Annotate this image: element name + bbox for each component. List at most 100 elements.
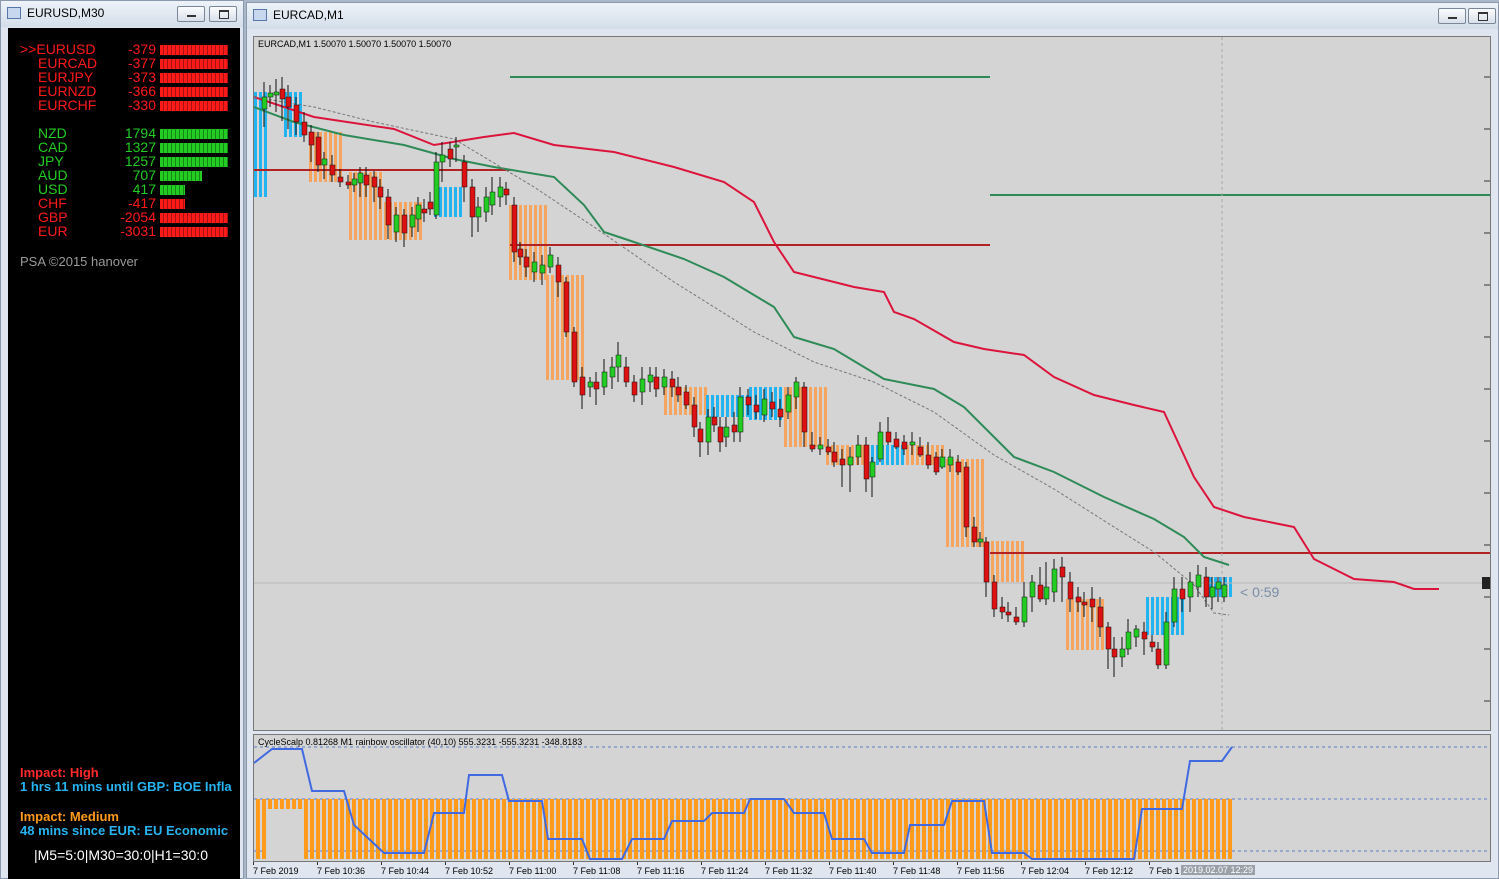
time-axis-label: 7 Feb 11:32 [765, 866, 813, 876]
news-medium-label: Impact: Medium [20, 809, 119, 824]
candle [1089, 587, 1096, 622]
strength-bar [160, 101, 228, 111]
candle [273, 79, 280, 112]
candle [615, 342, 622, 382]
maximize-button[interactable] [209, 6, 237, 22]
copyright-label: PSA ©2015 hanover [20, 254, 138, 269]
candle [439, 142, 446, 182]
candle [917, 437, 924, 457]
strength-label: EUR [38, 223, 68, 239]
candle [483, 187, 490, 222]
candle [1149, 635, 1156, 652]
left-window-titlebar[interactable]: EURUSD,M30 [1, 1, 243, 27]
price-marker [1482, 577, 1490, 589]
candle [593, 372, 600, 405]
price-chart[interactable]: EURCAD,M1 1.50070 1.50070 1.50070 1.5007… [253, 36, 1491, 731]
candle [547, 247, 554, 273]
ma-dotted-line [254, 96, 1230, 616]
strength-bar [160, 199, 185, 209]
strength-bar [160, 157, 228, 167]
time-axis-label: 7 Feb 2019 [253, 866, 299, 876]
candle [1155, 642, 1162, 669]
zone-sell [986, 541, 1024, 582]
candle [301, 112, 308, 142]
candle [1005, 602, 1012, 622]
candle [623, 357, 630, 387]
time-axis-label: 7 Feb 12:04 [1021, 866, 1070, 876]
time-axis-label: 7 Feb 10:36 [317, 866, 366, 876]
main-window-titlebar[interactable]: EURCAD,M1 [247, 3, 1498, 29]
minimize-button[interactable] [1438, 8, 1466, 24]
candle [1013, 607, 1020, 625]
osc-histogram [256, 799, 1232, 859]
candle [503, 182, 510, 205]
candle [717, 417, 724, 452]
left-window-title: EURUSD,M30 [27, 6, 105, 20]
candle [963, 462, 970, 537]
time-axis-label: 7 Feb 1 [1149, 866, 1180, 876]
news-high-label: Impact: High [20, 765, 99, 780]
news-medium-text: 48 mins since EUR: EU Economic [20, 823, 229, 838]
news-high-text: 1 hrs 11 mins until GBP: BOE Infla [20, 779, 232, 794]
strength-label: EURCHF [38, 97, 97, 113]
oscillator-pane[interactable]: CycleScalp 0.81268 M1 rainbow oscillator… [253, 734, 1491, 862]
time-axis-tick [893, 862, 894, 865]
cursor-time-label: 2019.02.07 12:29 [1181, 865, 1256, 875]
time-axis-label: 7 Feb 11:48 [893, 866, 941, 876]
candle [497, 177, 504, 207]
time-axis-label: 7 Feb 12:12 [1085, 866, 1134, 876]
candle [427, 192, 434, 215]
candle [1187, 572, 1194, 612]
candle [1105, 622, 1112, 669]
candle [1051, 559, 1058, 602]
candle [563, 277, 570, 337]
candle [571, 327, 578, 387]
time-axis-label: 7 Feb 11:08 [573, 866, 621, 876]
timeframe-status: |M5=5:0|M30=30:0|H1=30:0 [34, 847, 208, 863]
candle [723, 417, 730, 447]
countdown-label: < 0:59 [1240, 584, 1280, 600]
candle [1111, 637, 1118, 677]
candle [511, 197, 518, 262]
chart-window-icon [7, 7, 21, 19]
time-axis-tick [957, 862, 958, 865]
candle [469, 179, 476, 237]
time-axis-tick [445, 862, 446, 865]
time-axis-label: 7 Feb 11:24 [701, 866, 749, 876]
price-chart-svg [254, 37, 1490, 730]
time-axis-tick [637, 862, 638, 865]
candle [1203, 567, 1210, 607]
candle [587, 377, 594, 397]
currency-strength-panel: >>EURUSD -379 EURCAD -377 EURJPY -373 EURNZD -3… [8, 28, 240, 879]
candle [433, 152, 440, 219]
candle [1195, 565, 1202, 597]
strength-bar [160, 87, 228, 97]
minimize-button[interactable] [177, 6, 205, 22]
oscillator-header: CycleScalp 0.81268 M1 rainbow oscillator… [258, 737, 583, 747]
candle [631, 375, 638, 402]
time-axis-label: 7 Feb 10:52 [445, 866, 494, 876]
candle [357, 167, 364, 197]
time-axis-tick [381, 862, 382, 865]
chart-header: EURCAD,M1 1.50070 1.50070 1.50070 1.5007… [258, 39, 452, 49]
candle [1133, 625, 1140, 647]
oscillator-svg [254, 746, 1490, 861]
time-axis-label: 7 Feb 11:00 [509, 866, 557, 876]
candle [489, 177, 496, 215]
osc-histogram-mask [266, 809, 304, 861]
candle [653, 367, 660, 397]
candle [939, 449, 946, 469]
candle [885, 417, 892, 445]
candle [421, 199, 428, 222]
candle [647, 367, 654, 392]
candle [983, 537, 990, 597]
candle [1125, 619, 1132, 655]
strength-bar [160, 143, 228, 153]
candle [461, 155, 468, 202]
strength-bar [160, 185, 185, 195]
maximize-button[interactable] [1468, 8, 1496, 24]
chart-window-icon [253, 9, 267, 21]
strength-value: -330 [127, 97, 156, 113]
candle [1119, 637, 1126, 667]
candle [999, 597, 1006, 619]
